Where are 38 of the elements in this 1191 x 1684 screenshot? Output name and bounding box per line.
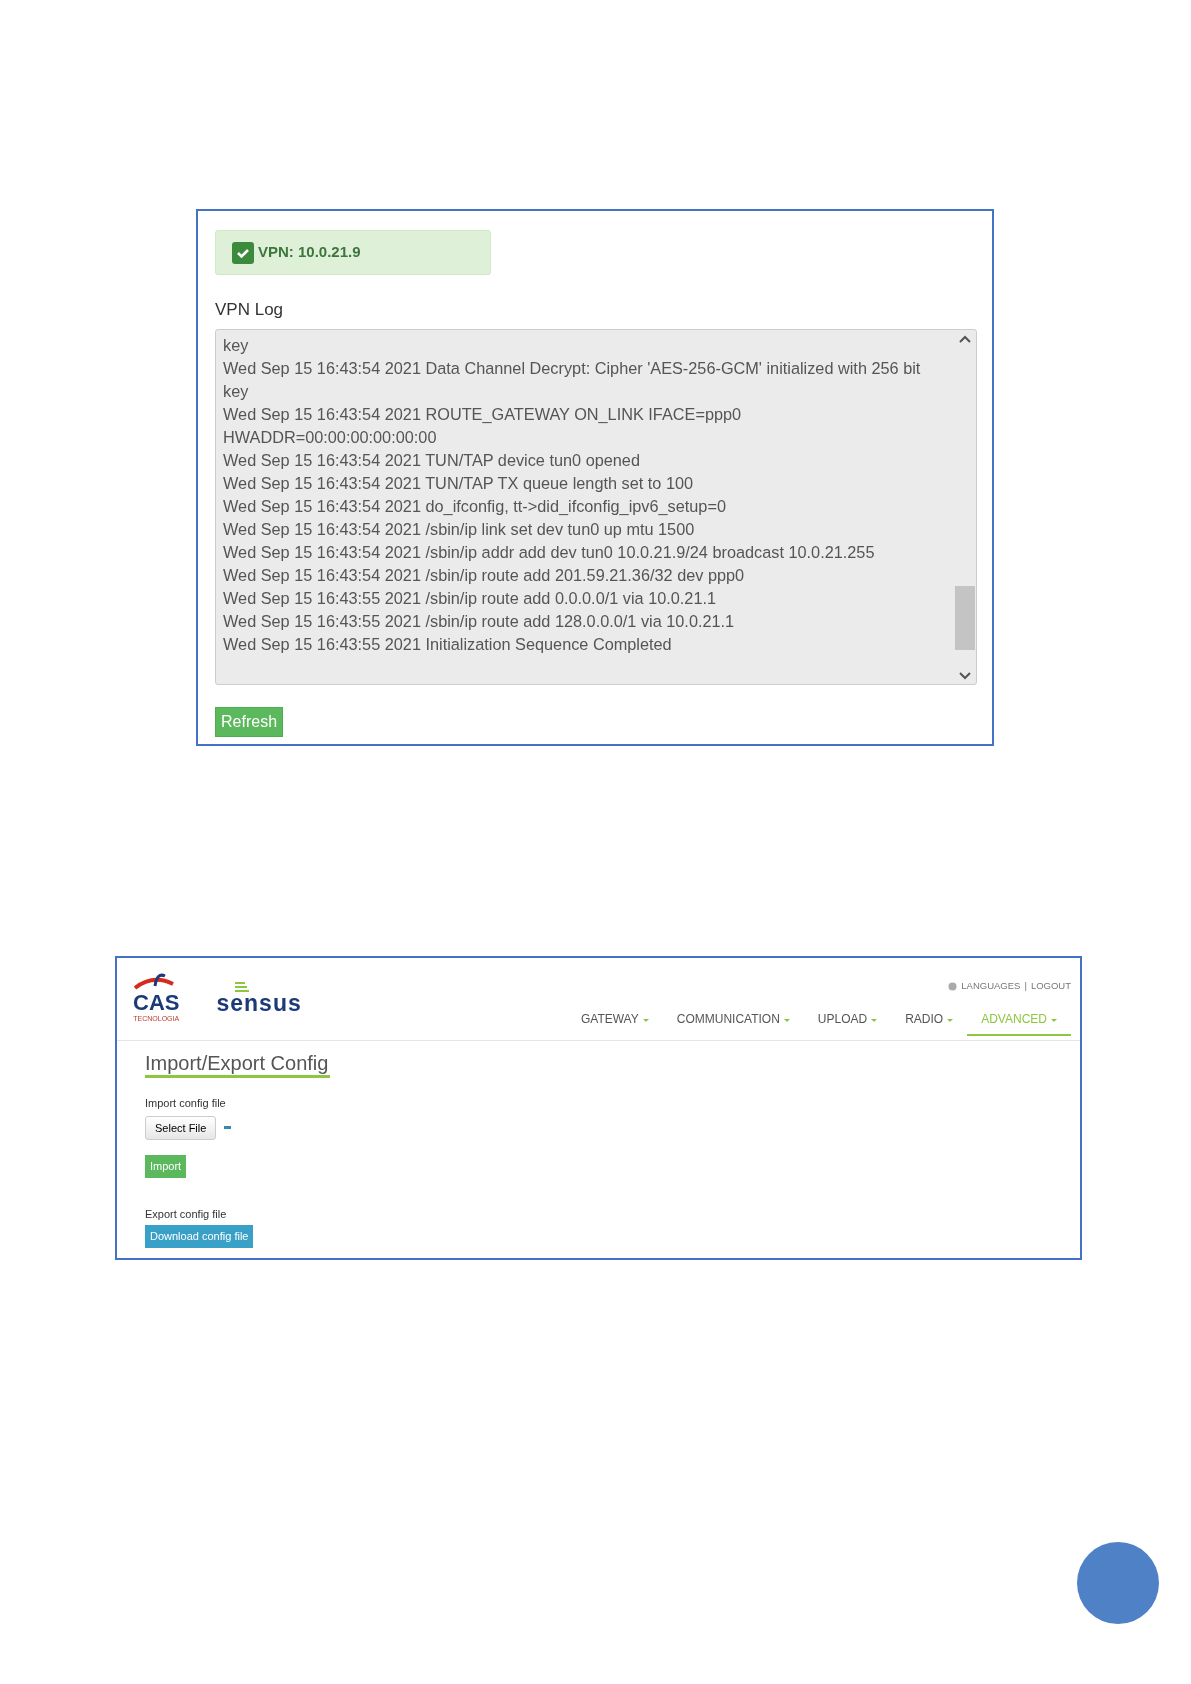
file-indicator (224, 1126, 232, 1130)
status-text: VPN: 10.0.21.9 (258, 242, 361, 263)
log-line: Wed Sep 15 16:43:54 2021 TUN/TAP TX queue length set to 100 (223, 472, 695, 494)
log-label: VPN Log (215, 299, 285, 321)
nav-tab[interactable]: GATEWAY (566, 1010, 663, 1037)
header-link[interactable]: LANGUAGES (961, 979, 1021, 994)
field-label: Export config file (145, 1206, 227, 1222)
log-line: Wed Sep 15 16:43:54 2021 do_ifconfig, tt->did_ifconfig_ipv6_setup=0 (223, 495, 727, 517)
log-line: key (223, 334, 250, 356)
log-line: Wed Sep 15 16:43:55 2021 /sbin/ip route add 128.0.0.0/1 via 10.0.21.1 (223, 610, 736, 632)
check-icon (232, 241, 254, 264)
separator: | (1024, 979, 1027, 993)
log-line: HWADDR=00:00:00:00:00:00 (223, 426, 438, 448)
refresh-button[interactable]: Refresh (215, 706, 284, 737)
log-line: key (223, 380, 250, 402)
nav-tab[interactable]: RADIO (891, 1010, 968, 1037)
scrollbar-thumb[interactable] (955, 585, 975, 650)
log-line: Wed Sep 15 16:43:54 2021 /sbin/ip addr add dev tun0 10.0.21.9/24 broadcast 10.0.21.255 (223, 541, 876, 563)
log-line: Wed Sep 15 16:43:54 2021 /sbin/ip route add 201.59.21.36/32 dev ppp0 (223, 564, 746, 586)
import-button[interactable]: Import (145, 1155, 187, 1178)
scroll-up-icon[interactable] (959, 334, 971, 343)
log-line: Wed Sep 15 16:43:55 2021 Initialization Sequence Completed (223, 633, 673, 655)
scroll-down-icon[interactable] (959, 671, 971, 680)
download-button[interactable]: Download config file (145, 1225, 254, 1248)
log-line: Wed Sep 15 16:43:54 2021 ROUTE_GATEWAY ON_LINK IFACE=ppp0 (223, 403, 743, 425)
header-link[interactable]: LOGOUT (1030, 979, 1071, 994)
log-textarea[interactable] (215, 328, 977, 685)
sensus-logo: sensus (216, 982, 302, 1040)
log-line: Wed Sep 15 16:43:54 2021 TUN/TAP device tun0 opened (223, 449, 641, 471)
log-line: Wed Sep 15 16:43:54 2021 Data Channel Decrypt: Cipher 'AES-256-GCM' initialized with 256 bit (223, 357, 922, 379)
globe-icon (948, 981, 958, 991)
nav-tab[interactable]: COMMUNICATION (662, 1010, 804, 1037)
page-title: Import/Export Config (145, 1051, 331, 1078)
select-file-button[interactable]: Select File (145, 1115, 217, 1140)
nav-tab[interactable]: UPLOAD (803, 1010, 892, 1037)
field-label: Import config file (145, 1096, 226, 1111)
log-line: Wed Sep 15 16:43:55 2021 /sbin/ip route add 0.0.0.0/1 via 10.0.21.1 (223, 587, 718, 609)
log-line: Wed Sep 15 16:43:54 2021 /sbin/ip link set dev tun0 up mtu 1500 (223, 518, 696, 540)
